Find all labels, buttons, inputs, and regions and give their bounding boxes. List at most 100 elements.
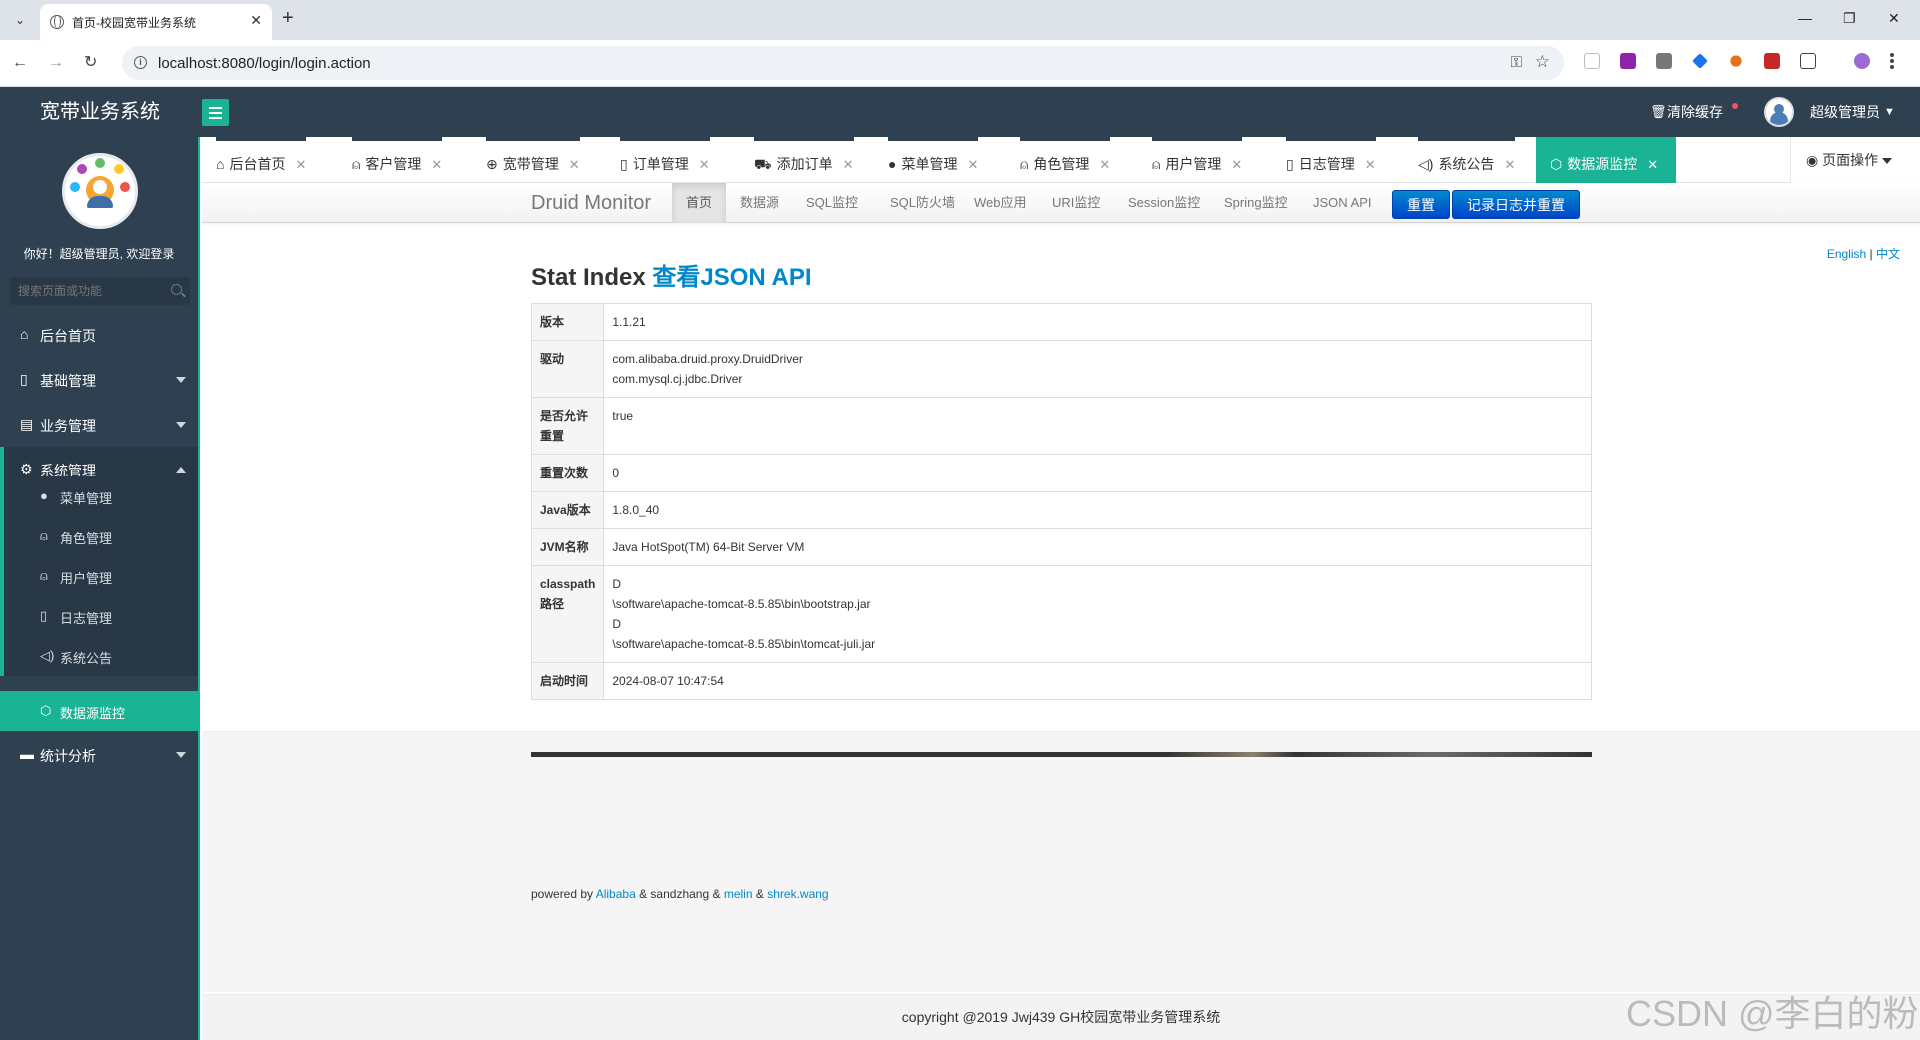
profile-avatar <box>62 153 138 229</box>
druid-nav-home[interactable]: 首页 <box>672 183 727 223</box>
tab-broadband[interactable]: ⊕ 宽带管理 ✕ <box>486 137 580 183</box>
reset-button[interactable]: 重置 <box>1392 190 1450 219</box>
row-value: com.alibaba.druid.proxy.DruidDriver com.m… <box>603 340 1592 398</box>
druid-brand[interactable]: Druid Monitor <box>531 192 651 215</box>
close-icon[interactable]: ✕ <box>295 157 306 172</box>
caret-down-icon[interactable]: ▼ <box>1884 87 1895 137</box>
sidebar-item-stats[interactable]: ▬ 统计分析 <box>0 732 198 777</box>
sidebar-search-input[interactable] <box>10 277 160 305</box>
close-icon[interactable]: ✕ <box>967 157 978 172</box>
tab-order[interactable]: ▯ 订单管理 ✕ <box>620 137 710 183</box>
home-icon: ⌂ <box>216 156 225 172</box>
close-window-icon[interactable]: ✕ <box>1888 10 1900 27</box>
close-icon[interactable]: ✕ <box>1365 157 1376 172</box>
user-icon: ⍝ <box>352 156 361 172</box>
sub-item-notice[interactable]: ◁) 系统公告 <box>0 636 202 676</box>
sidebar-search[interactable] <box>10 277 190 305</box>
new-tab-icon[interactable]: + <box>282 8 294 28</box>
tab-log[interactable]: ▯ 日志管理 ✕ <box>1286 137 1376 183</box>
circle-icon: ● <box>40 488 48 503</box>
lang-chinese-link[interactable]: 中文 <box>1876 247 1900 261</box>
extension-mask-icon[interactable] <box>1656 53 1672 69</box>
back-icon[interactable]: ← <box>12 53 28 73</box>
forward-icon[interactable]: → <box>48 53 64 73</box>
sidebar-item-business[interactable]: ▤ 业务管理 <box>0 402 198 447</box>
row-key: 版本 <box>531 303 605 341</box>
reload-icon[interactable]: ↻ <box>84 53 97 73</box>
system-submenu: ● 菜单管理 ⍝ 角色管理 ⍝ 用户管理 ▯ 日志管理 ◁) 系统公告 <box>0 476 198 676</box>
sub-item-user[interactable]: ⍝ 用户管理 <box>0 556 202 596</box>
caret-down-icon <box>176 422 186 428</box>
close-icon[interactable]: ✕ <box>1231 157 1242 172</box>
cube-icon: ⬡ <box>1550 156 1563 172</box>
ublock-icon[interactable] <box>1764 53 1780 69</box>
tab-datasource-monitor[interactable]: ⬡ 数据源监控 ✕ <box>1536 137 1677 183</box>
search-icon[interactable] <box>171 284 182 295</box>
extension-orange-icon[interactable] <box>1730 55 1742 67</box>
row-value: 0 <box>603 454 1592 492</box>
tab-home[interactable]: ⌂ 后台首页 ✕ <box>216 137 307 183</box>
sub-item-datasource-monitor[interactable]: ⬡ 数据源监控 <box>0 691 198 731</box>
minimize-icon[interactable]: — <box>1798 10 1812 26</box>
tab-add-order[interactable]: ⛟ 添加订单 ✕ <box>754 137 854 183</box>
close-icon[interactable]: ✕ <box>569 157 580 172</box>
browser-menu-icon[interactable] <box>1890 53 1894 69</box>
browser-tab-title: 首页-校园宽带业务系统 <box>72 16 196 30</box>
tab-user[interactable]: ⍝ 用户管理 ✕ <box>1152 137 1243 183</box>
close-icon[interactable]: ✕ <box>699 157 710 172</box>
druid-nav-spring[interactable]: Spring监控 <box>1210 183 1302 223</box>
sidebar-item-home[interactable]: ⌂ 后台首页 <box>0 312 198 357</box>
tab-menu[interactable]: ● 菜单管理 ✕ <box>888 137 979 183</box>
druid-nav-webapp[interactable]: Web应用 <box>960 183 1041 223</box>
profile-avatar-icon[interactable] <box>1854 53 1870 69</box>
sub-item-role[interactable]: ⍝ 角色管理 <box>0 516 202 556</box>
close-icon[interactable]: ✕ <box>1647 157 1658 172</box>
tab-role[interactable]: ⍝ 角色管理 ✕ <box>1020 137 1111 183</box>
bookmark-star-icon[interactable]: ☆ <box>1535 52 1550 72</box>
row-value: 1.1.21 <box>612 315 646 329</box>
menu-toggle-button[interactable] <box>202 99 229 126</box>
druid-nav-session[interactable]: Session监控 <box>1114 183 1214 223</box>
melin-link[interactable]: melin <box>724 887 753 901</box>
sidebar-item-basic[interactable]: ▯ 基础管理 <box>0 357 198 402</box>
close-icon[interactable]: ✕ <box>1099 157 1110 172</box>
app-header: 宽带业务系统 🗑 清除缓存 超级管理员 ▼ <box>0 87 1920 137</box>
clear-cache-link[interactable]: 清除缓存 <box>1667 87 1723 137</box>
url-text[interactable]: localhost:8080/login/login.action <box>158 55 371 72</box>
sidebar-item-label: 业务管理 <box>40 418 96 434</box>
lang-english-link[interactable]: English <box>1827 247 1866 261</box>
druid-nav-sql[interactable]: SQL监控 <box>792 183 872 223</box>
druid-nav-uri[interactable]: URI监控 <box>1038 183 1114 223</box>
sub-item-log[interactable]: ▯ 日志管理 <box>0 596 202 636</box>
close-icon[interactable]: ✕ <box>431 157 442 172</box>
extensions-puzzle-icon[interactable] <box>1800 53 1816 69</box>
user-avatar[interactable] <box>1764 97 1794 127</box>
druid-nav-datasource[interactable]: 数据源 <box>726 183 793 223</box>
json-api-link[interactable]: 查看JSON API <box>652 264 811 291</box>
extension-cursor-icon[interactable] <box>1584 53 1600 69</box>
shrek-link[interactable]: shrek.wang <box>767 887 828 901</box>
row-value: true <box>603 397 1592 455</box>
user-icon: ⍝ <box>1020 156 1029 172</box>
password-key-icon[interactable]: ⚿ <box>1511 54 1522 71</box>
log-and-reset-button[interactable]: 记录日志并重置 <box>1452 190 1580 219</box>
user-icon: ⍝ <box>40 528 48 543</box>
tab-search-chevron-icon[interactable]: ⌄ <box>10 10 30 30</box>
tab-customer[interactable]: ⍝ 客户管理 ✕ <box>352 137 443 183</box>
close-icon[interactable]: ✕ <box>843 157 854 172</box>
sidebar-item-label: 基础管理 <box>40 373 96 389</box>
tab-notice[interactable]: ◁) 系统公告 ✕ <box>1418 137 1516 183</box>
browser-tab[interactable]: 首页-校园宽带业务系统 ✕ <box>40 4 272 40</box>
user-name-dropdown[interactable]: 超级管理员 <box>1810 87 1880 137</box>
url-bar[interactable]: i localhost:8080/login/login.action ⚿ ☆ <box>122 46 1564 80</box>
druid-nav-json-api[interactable]: JSON API <box>1299 183 1386 223</box>
page-operations-dropdown[interactable]: ◉ 页面操作 <box>1790 137 1920 183</box>
close-icon[interactable]: ✕ <box>1504 157 1515 172</box>
alibaba-link[interactable]: Alibaba <box>596 887 636 901</box>
druid-nav-wall[interactable]: SQL防火墙 <box>876 183 969 223</box>
restore-icon[interactable]: ❐ <box>1843 10 1856 27</box>
sub-item-menu[interactable]: ● 菜单管理 <box>0 476 202 516</box>
close-tab-icon[interactable]: ✕ <box>250 12 262 29</box>
extension-purple-icon[interactable] <box>1620 53 1636 69</box>
site-info-icon[interactable]: i <box>134 56 147 69</box>
